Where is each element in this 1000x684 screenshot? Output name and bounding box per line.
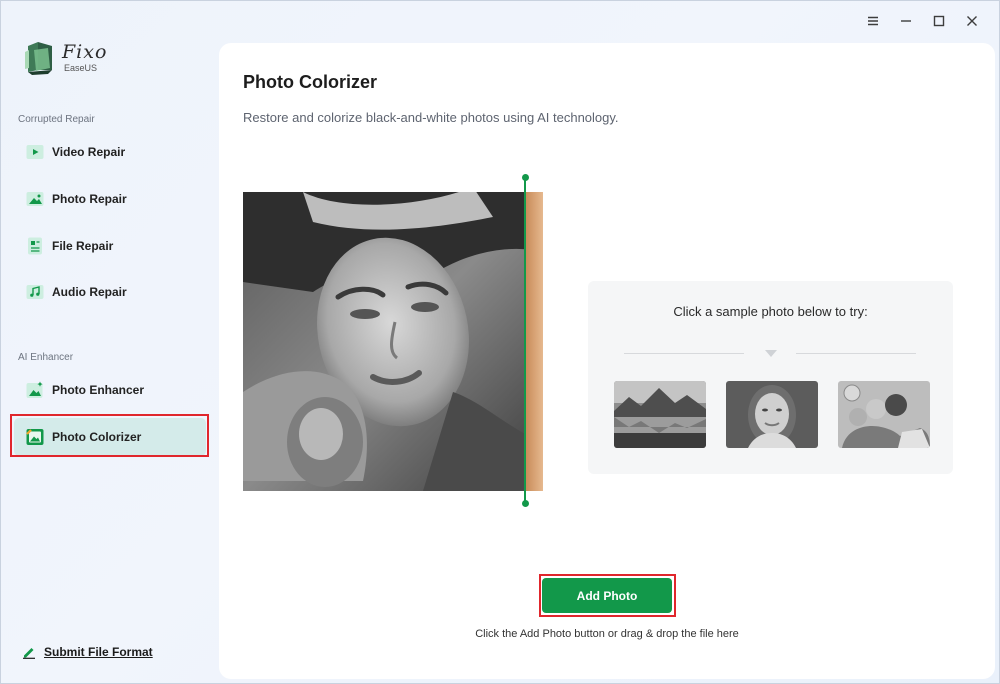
sidebar-item-video-repair[interactable]: Video Repair (14, 133, 206, 171)
sidebar-item-label: Photo Enhancer (52, 383, 145, 397)
app-logo: Fixo EaseUS (24, 40, 108, 75)
section-label-ai-enhancer: AI Enhancer (18, 352, 74, 363)
down-arrow-icon (765, 350, 777, 357)
sidebar-item-label: Audio Repair (52, 285, 127, 299)
logo-subtitle: EaseUS (64, 63, 98, 73)
divider-left (624, 353, 744, 354)
sidebar-item-photo-repair[interactable]: Photo Repair (14, 180, 206, 218)
preview-image (243, 192, 543, 491)
sample-photos-card: Click a sample photo below to try: (588, 281, 953, 474)
file-icon (26, 237, 44, 255)
photo-icon (26, 190, 44, 208)
submit-file-format-label: Submit File Format (44, 645, 153, 659)
enhancer-icon (26, 381, 44, 399)
menu-icon[interactable] (856, 10, 889, 32)
drop-hint: Click the Add Photo button or drag & dro… (475, 628, 739, 640)
sample-thumb-landscape[interactable] (614, 381, 706, 448)
compare-slider-line[interactable] (524, 177, 526, 505)
divider-right (796, 353, 916, 354)
page-title: Photo Colorizer (243, 72, 377, 92)
sidebar-item-label: Photo Colorizer (52, 430, 142, 444)
page-subtitle: Restore and colorize black-and-white pho… (243, 110, 619, 125)
slider-handle-top[interactable] (522, 174, 529, 181)
sidebar-item-label: Video Repair (52, 145, 126, 159)
slider-handle-bottom[interactable] (522, 500, 529, 507)
edit-pen-icon (23, 648, 35, 659)
main-panel: Photo Colorizer Restore and colorize bla… (219, 43, 995, 679)
sample-title: Click a sample photo below to try: (673, 304, 868, 319)
sidebar-item-label: File Repair (52, 239, 114, 253)
section-label-corrupted-repair: Corrupted Repair (18, 114, 95, 125)
sample-thumb-portrait[interactable] (726, 381, 818, 448)
minimize-icon[interactable] (889, 10, 922, 32)
sidebar-item-photo-enhancer[interactable]: Photo Enhancer (14, 371, 206, 409)
maximize-icon[interactable] (922, 10, 955, 32)
sidebar-item-photo-colorizer[interactable]: Photo Colorizer (14, 418, 206, 456)
logo-name: Fixo (62, 41, 108, 63)
fixo-logo-icon (24, 40, 56, 75)
sample-thumb-family[interactable] (838, 381, 930, 448)
audio-icon (26, 283, 44, 301)
sidebar-item-file-repair[interactable]: File Repair (14, 227, 206, 265)
window-controls (856, 10, 988, 32)
close-icon[interactable] (955, 10, 988, 32)
video-icon (26, 143, 44, 161)
add-photo-button[interactable]: Add Photo (542, 578, 672, 613)
colorizer-icon (26, 428, 44, 446)
sidebar-item-label: Photo Repair (52, 192, 127, 206)
submit-file-format-link[interactable]: Submit File Format (22, 645, 153, 659)
sidebar-item-audio-repair[interactable]: Audio Repair (14, 273, 206, 311)
